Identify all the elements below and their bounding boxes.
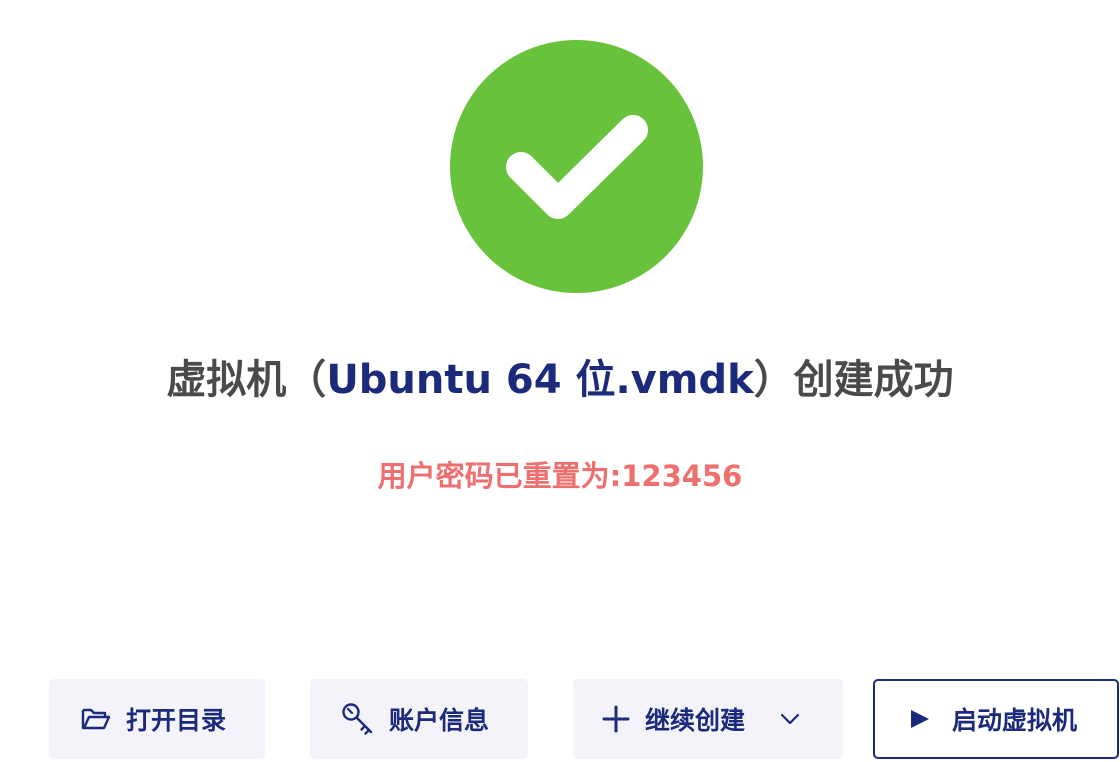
vm-name: Ubuntu 64 位.vmdk [326,357,754,403]
folder-open-icon [80,707,112,731]
open-directory-button[interactable]: 打开目录 [49,679,265,759]
continue-create-label: 继续创建 [645,706,746,735]
account-info-label: 账户信息 [389,706,490,735]
check-mark-icon [506,115,648,219]
title-prefix: 虚拟机（ [166,357,327,403]
continue-create-button[interactable]: 继续创建 [573,679,843,759]
title-suffix: ）创建成功 [753,357,954,403]
play-icon [908,708,932,730]
password-reset-note: 用户密码已重置为:123456 [377,459,743,493]
plus-icon [601,705,631,733]
success-check-icon [450,40,703,293]
account-info-button[interactable]: 账户信息 [310,679,528,759]
key-icon [341,702,375,736]
creation-success-title: 虚拟机（Ubuntu 64 位.vmdk）创建成功 [0,350,1120,410]
start-vm-label: 启动虚拟机 [952,706,1078,735]
open-directory-label: 打开目录 [126,706,227,735]
chevron-down-icon[interactable] [779,713,801,725]
start-vm-button[interactable]: 启动虚拟机 [873,679,1119,759]
